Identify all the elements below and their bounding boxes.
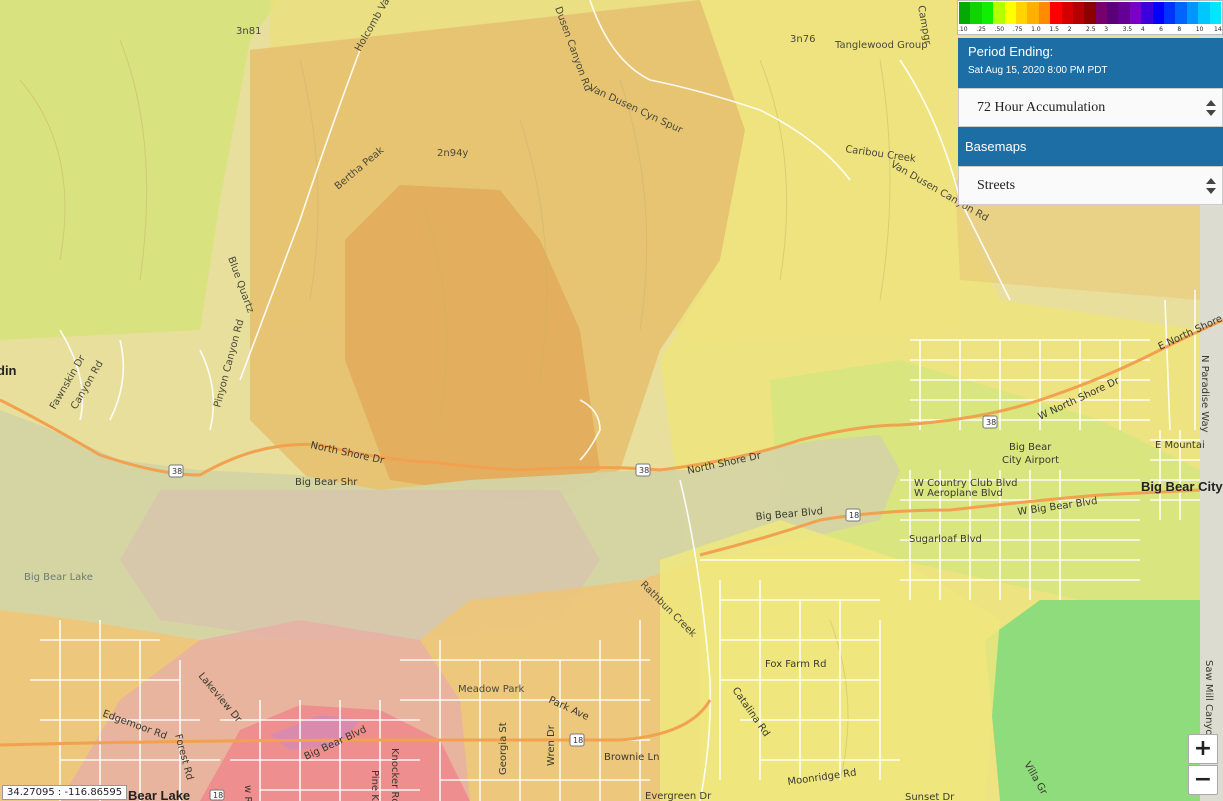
select-arrows-icon — [1206, 178, 1216, 194]
label-w-rd: w Rd — [242, 785, 253, 801]
basemaps-header: Basemaps — [958, 127, 1223, 166]
legend-swatch — [1038, 2, 1051, 24]
legend-tick: 10 — [1195, 26, 1204, 33]
accumulation-selected-label: 72 Hour Accumulation — [977, 100, 1106, 115]
label-brownie: Brownie Ln — [604, 752, 659, 763]
accumulation-select[interactable]: 72 Hour Accumulation — [958, 88, 1223, 127]
legend-tick: 14 — [1214, 26, 1222, 33]
label-airport-2: City Airport — [1002, 455, 1059, 466]
hwy-shield-18-c: 18 — [209, 789, 225, 801]
hwy-shield-18-a: 18 — [845, 508, 861, 522]
legend-swatch — [1027, 2, 1039, 24]
legend-swatch — [1050, 2, 1062, 24]
legend-swatch — [959, 2, 971, 24]
zoom-in-button[interactable]: + — [1188, 734, 1218, 764]
label-fox-farm: Fox Farm Rd — [765, 659, 826, 670]
legend-swatch — [1175, 2, 1187, 24]
hwy-shield-38-a: 38 — [168, 464, 184, 478]
hwy-shield-18-b: 18 — [569, 733, 585, 747]
legend-swatch — [1164, 2, 1176, 24]
legend-tick: .10 — [958, 26, 968, 33]
svg-text:18: 18 — [213, 791, 223, 800]
legend-swatch — [1152, 2, 1165, 24]
svg-text:38: 38 — [986, 418, 996, 427]
legend-swatch — [1118, 2, 1130, 24]
select-arrows-icon — [1206, 100, 1216, 116]
label-3n81: 3n81 — [236, 26, 261, 37]
precip-legend: .10 .25 .50 .75 1.0 1.5 2 2.5 3 3.5 4 6 8 10 14 — [957, 0, 1223, 35]
label-fawnskin: din — [0, 363, 17, 378]
label-evergreen: Evergreen Dr — [645, 791, 712, 801]
legend-swatch — [1015, 2, 1028, 24]
label-e-mountain: E Mountai — [1155, 440, 1205, 451]
label-sunset: Sunset Dr — [905, 792, 955, 801]
label-w-aeroplane: W Aeroplane Blvd — [914, 488, 1003, 499]
precip-zone-bright-green — [985, 600, 1200, 801]
period-ending-title: Period Ending: — [968, 44, 1054, 59]
basemap-selected-label: Streets — [977, 178, 1016, 193]
coordinate-readout: 34.27095 : -116.86595 — [2, 785, 128, 800]
legend-swatch — [1198, 2, 1210, 24]
legend-color-scale — [959, 2, 1221, 24]
legend-swatch — [970, 2, 982, 24]
label-2n94y: 2n94y — [437, 148, 468, 159]
legend-tick: 8 — [1177, 26, 1182, 33]
legend-tick: 6 — [1159, 26, 1163, 33]
legend-swatch — [1084, 2, 1096, 24]
legend-tick-labels: .10 .25 .50 .75 1.0 1.5 2 2.5 3 3.5 4 6 8 10 14 — [958, 24, 1222, 35]
period-ending-header: Period Ending: Sat Aug 15, 2020 8:00 PM … — [958, 38, 1223, 88]
hwy-shield-38-c: 38 — [982, 415, 998, 429]
legend-tick: .75 — [1012, 26, 1023, 33]
legend-swatch — [1061, 2, 1073, 24]
basemap-select[interactable]: Streets — [958, 166, 1223, 205]
label-meadow-park: Meadow Park — [458, 684, 525, 695]
label-big-bear-lake-city: Bear Lake — [128, 788, 190, 801]
label-big-bear-city: Big Bear City — [1141, 479, 1223, 494]
period-ending-date: Sat Aug 15, 2020 8:00 PM PDT — [968, 65, 1108, 76]
legend-tick: 2.5 — [1086, 26, 1096, 33]
legend-swatch — [981, 2, 994, 24]
legend-swatch — [1095, 2, 1108, 24]
legend-tick: 1.0 — [1031, 26, 1041, 33]
control-panel: Period Ending: Sat Aug 15, 2020 8:00 PM … — [958, 38, 1223, 205]
legend-swatch — [1141, 2, 1153, 24]
label-airport-1: Big Bear — [1009, 442, 1052, 453]
legend-tick: 4 — [1140, 26, 1145, 33]
label-big-bear-lake-water: Big Bear Lake — [24, 572, 93, 583]
label-wren: Wren Dr — [546, 724, 557, 766]
legend-swatch — [1107, 2, 1119, 24]
svg-text:18: 18 — [849, 511, 859, 520]
legend-tick: .50 — [994, 26, 1005, 33]
label-pine-k: Pine K — [369, 770, 380, 801]
svg-text:38: 38 — [639, 466, 649, 475]
label-knocker: Knocker Rd — [389, 748, 400, 801]
label-georgia: Georgia St — [498, 722, 509, 775]
legend-swatch — [1129, 2, 1142, 24]
legend-swatch — [1186, 2, 1199, 24]
zoom-out-button[interactable]: − — [1188, 765, 1218, 795]
legend-tick: 3.5 — [1122, 26, 1133, 33]
legend-swatch — [1072, 2, 1085, 24]
svg-text:38: 38 — [172, 467, 182, 476]
legend-swatch — [1209, 2, 1221, 24]
legend-swatch — [993, 2, 1005, 24]
legend-tick: 2 — [1067, 26, 1072, 33]
label-tanglewood: Tanglewood Group — [834, 40, 928, 51]
hwy-shield-38-b: 38 — [635, 463, 651, 477]
legend-tick: .25 — [976, 26, 986, 33]
label-3n76: 3n76 — [790, 34, 815, 45]
legend-tick: 1.5 — [1049, 26, 1059, 33]
label-n-paradise: N Paradise Way — [1199, 355, 1210, 433]
label-sugarloaf: Sugarloaf Blvd — [909, 534, 982, 545]
svg-text:18: 18 — [573, 736, 583, 745]
legend-swatch — [1004, 2, 1016, 24]
legend-tick: 3 — [1104, 26, 1109, 33]
label-big-bear-shr: Big Bear Shr — [295, 477, 358, 488]
